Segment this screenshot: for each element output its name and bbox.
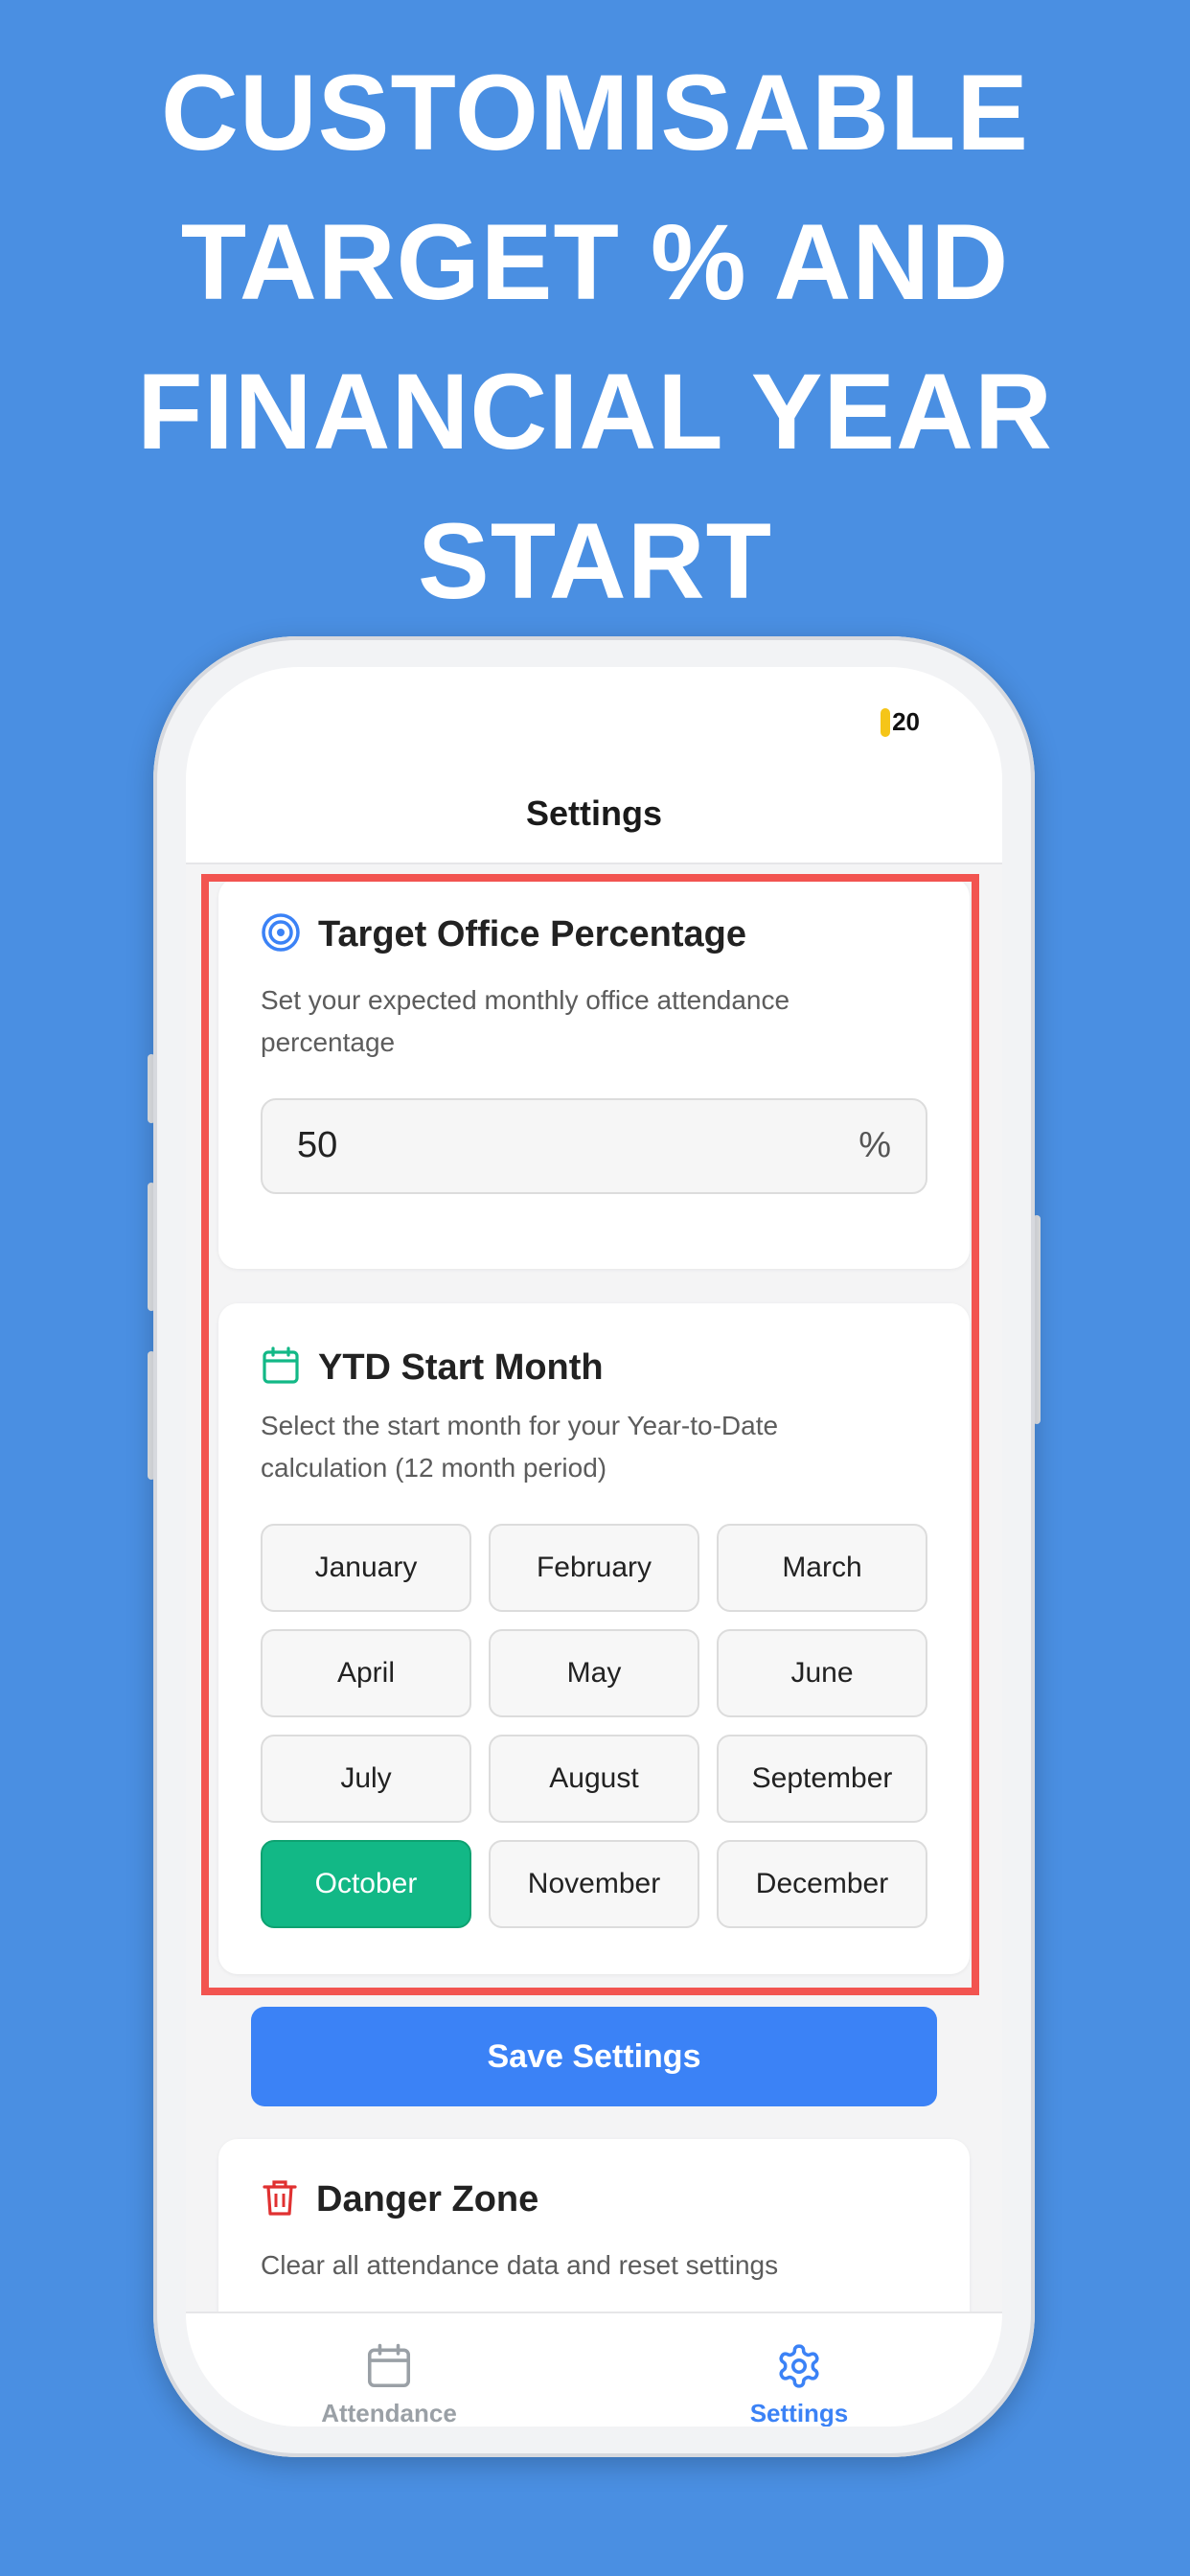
danger-card-description: Clear all attendance data and reset sett… bbox=[261, 2250, 779, 2280]
month-button-september[interactable]: September bbox=[717, 1735, 927, 1823]
month-button-november[interactable]: November bbox=[489, 1840, 699, 1928]
month-grid: January February March April May June July Augu… bbox=[261, 1524, 927, 1928]
month-button-october[interactable]: October bbox=[261, 1840, 471, 1928]
status-indicator-icon bbox=[881, 707, 891, 737]
tab-attendance[interactable]: Attendance bbox=[245, 2342, 533, 2426]
status-bar: 20 bbox=[881, 707, 920, 737]
page-title: Settings bbox=[525, 794, 662, 833]
app-header: 20 Settings bbox=[186, 667, 1002, 864]
month-button-march[interactable]: March bbox=[717, 1524, 927, 1612]
danger-card-title: Danger Zone bbox=[316, 2179, 539, 2220]
ytd-card-header: YTD Start Month bbox=[261, 1346, 604, 1391]
headline-line-4: START bbox=[418, 501, 772, 621]
ytd-card-title: YTD Start Month bbox=[318, 1347, 604, 1388]
calendar-icon bbox=[261, 1346, 301, 1391]
target-percentage-value: 50 bbox=[297, 1125, 338, 1165]
headline-line-2: TARGET % AND bbox=[180, 202, 1010, 322]
target-percentage-card: Target Office Percentage Set your expect… bbox=[218, 878, 970, 1269]
headline-line-3: FINANCIAL YEAR bbox=[137, 352, 1053, 472]
gear-icon bbox=[775, 2344, 823, 2394]
app-screen: 20 Settings Target Office Percentage Set… bbox=[186, 667, 1002, 2426]
month-button-january[interactable]: January bbox=[261, 1524, 471, 1612]
month-button-february[interactable]: February bbox=[489, 1524, 699, 1612]
tab-settings-label: Settings bbox=[749, 2399, 849, 2426]
danger-card-header: Danger Zone bbox=[261, 2177, 538, 2222]
save-settings-button[interactable]: Save Settings bbox=[251, 2007, 937, 2106]
month-button-april[interactable]: April bbox=[261, 1629, 471, 1717]
month-button-june[interactable]: June bbox=[717, 1629, 927, 1717]
trash-icon bbox=[261, 2177, 299, 2222]
status-time: 20 bbox=[892, 707, 920, 736]
promo-headline: CUSTOMISABLE TARGET % AND FINANCIAL YEAR… bbox=[0, 38, 1190, 636]
target-percentage-input[interactable]: 50 % bbox=[261, 1098, 927, 1194]
tab-settings[interactable]: Settings bbox=[655, 2342, 943, 2426]
phone-frame: 20 Settings Target Office Percentage Set… bbox=[153, 636, 1035, 2457]
month-button-july[interactable]: July bbox=[261, 1735, 471, 1823]
target-card-header: Target Office Percentage bbox=[261, 912, 746, 957]
ytd-card-description: Select the start month for your Year-to-… bbox=[261, 1411, 779, 1483]
ytd-start-month-card: YTD Start Month Select the start month f… bbox=[218, 1303, 970, 1974]
tab-attendance-label: Attendance bbox=[321, 2399, 457, 2426]
target-card-title: Target Office Percentage bbox=[318, 914, 747, 954]
month-button-august[interactable]: August bbox=[489, 1735, 699, 1823]
month-button-december[interactable]: December bbox=[717, 1840, 927, 1928]
percent-unit: % bbox=[858, 1125, 891, 1165]
month-button-may[interactable]: May bbox=[489, 1629, 699, 1717]
target-icon bbox=[261, 912, 301, 957]
target-card-description: Set your expected monthly office attenda… bbox=[261, 985, 790, 1057]
calendar-icon bbox=[365, 2343, 413, 2394]
bottom-tab-bar: Attendance Settings bbox=[186, 2312, 1002, 2426]
headline-line-1: CUSTOMISABLE bbox=[161, 53, 1029, 172]
